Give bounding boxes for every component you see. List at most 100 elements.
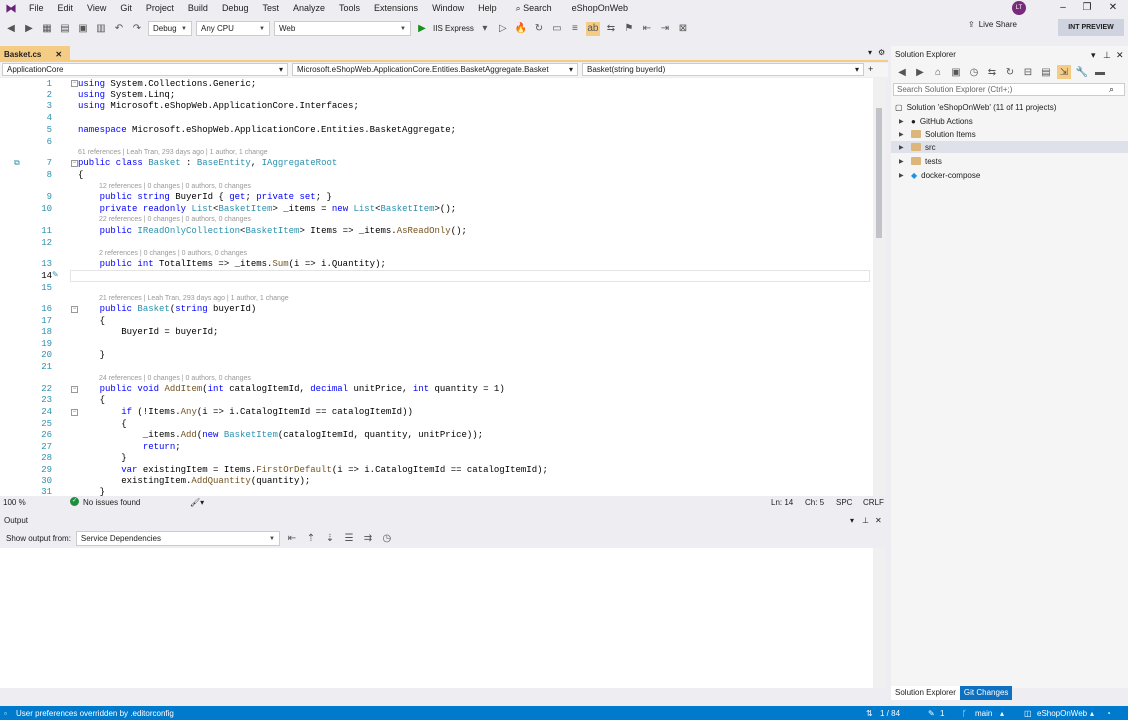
prev-bookmark-icon[interactable]: ⇤ [640,22,654,36]
collapse-icon[interactable]: − [71,386,78,393]
timestamp-icon[interactable]: ◷ [380,532,394,546]
prev-message-icon[interactable]: ⇡ [304,532,318,546]
close-tab-icon[interactable]: ✕ [55,50,62,59]
format-icon[interactable]: ⇆ [604,22,618,36]
close-pane-icon[interactable]: ✕ [875,514,882,528]
split-editor-icon[interactable]: + [868,63,873,77]
forward-icon[interactable]: ▶ [913,65,927,79]
open-icon[interactable]: ▤ [58,22,72,36]
back-icon[interactable]: ◀ [4,22,18,36]
menu-extensions[interactable]: Extensions [367,0,425,16]
output-text-area[interactable] [0,548,873,688]
menu-build[interactable]: Build [181,0,215,16]
tree-item-solution-items[interactable]: ▶ Solution Items [899,128,976,140]
notifications-bell-icon[interactable]: ◔ [1106,709,1111,718]
menu-test[interactable]: Test [255,0,286,16]
expand-icon[interactable]: ▶ [899,118,907,125]
menu-debug[interactable]: Debug [215,0,256,16]
minimize-icon[interactable]: – [1052,0,1074,16]
menu-tools[interactable]: Tools [332,0,367,16]
type-nav-select[interactable]: Microsoft.eShopWeb.ApplicationCore.Entit… [292,63,578,76]
home-icon[interactable]: ⌂ [931,65,945,79]
menu-git[interactable]: Git [113,0,139,16]
tree-item-github-actions[interactable]: ▶ ● GitHub Actions [899,115,973,127]
collapse-icon[interactable]: − [71,409,78,416]
sync-icon[interactable]: ⇆ [985,65,999,79]
menu-file[interactable]: File [22,0,51,16]
configuration-select[interactable]: Debug ▼ [148,21,192,36]
menu-window[interactable]: Window [425,0,471,16]
startup-project-select[interactable]: Web ▼ [274,21,411,36]
new-project-icon[interactable]: ▦ [40,22,54,36]
codelens-buyerid[interactable]: 12 references | 0 changes | 0 authors, 0… [99,182,251,191]
next-message-icon[interactable]: ⇣ [323,532,337,546]
codelens-totalitems[interactable]: 2 references | 0 changes | 0 authors, 0 … [99,249,247,258]
int-preview-badge[interactable]: INT PREVIEW [1058,19,1124,36]
refresh-icon[interactable]: ↻ [532,22,546,36]
switch-views-icon[interactable]: ▣ [949,65,963,79]
show-all-files-icon[interactable]: ▤ [1039,65,1053,79]
tab-dropdown-icon[interactable]: ▾ [868,48,872,57]
collapse-all-icon[interactable]: ⊟ [1021,65,1035,79]
clear-all-icon[interactable]: ☰ [342,532,356,546]
search-menu[interactable]: ⌕ Search [510,0,558,16]
expand-icon[interactable]: ▶ [899,172,907,179]
expand-icon[interactable]: ▶ [899,144,907,151]
pending-changes-icon[interactable]: ⇲ [1057,65,1071,79]
save-all-icon[interactable]: ▥ [94,22,108,36]
expand-icon[interactable]: ▶ [899,131,907,138]
search-icon[interactable]: ⌕ [1109,84,1114,95]
menu-help[interactable]: Help [471,0,504,16]
menu-project[interactable]: Project [139,0,181,16]
forward-icon[interactable]: ▶ [22,22,36,36]
history-icon[interactable]: ◷ [967,65,981,79]
member-nav-select[interactable]: Basket(string buyerId) ▾ [582,63,864,76]
codelens-items[interactable]: 22 references | 0 changes | 0 authors, 0… [99,215,251,224]
issues-status[interactable]: No issues found [83,498,140,507]
browser-link-icon[interactable]: ▭ [550,22,564,36]
project-nav-select[interactable]: ApplicationCore ▾ [2,63,288,76]
output-source-select[interactable]: Service Dependencies ▼ [75,531,280,546]
pane-dropdown-icon[interactable]: ▾ [850,514,854,528]
editor-vertical-scrollbar[interactable] [873,78,886,496]
close-icon[interactable]: ✕ [1102,0,1124,16]
commit-position[interactable]: 1 / 84 [880,709,900,718]
pending-edits[interactable]: 1 [940,709,944,718]
tree-item-solution[interactable]: ▢ Solution 'eShopOnWeb' (11 of 11 projec… [895,101,1056,113]
pin-icon[interactable]: ⊥ [1103,50,1111,61]
settings-icon[interactable]: ⚙ [878,48,885,57]
start-without-debug-icon[interactable]: ▷ [496,22,510,36]
close-pane-icon[interactable]: ✕ [1116,50,1124,61]
cleanup-icon[interactable]: 🖌▾ [190,498,204,507]
repo-name[interactable]: eShopOnWeb [1037,709,1087,718]
tree-item-docker-compose[interactable]: ▶ ◆ docker-compose [899,169,980,181]
code-editor[interactable]: 1 using System.Collections.Generic; 2 us… [0,78,873,496]
properties-icon[interactable]: 🔧 [1075,65,1089,79]
pin-icon[interactable]: ⊥ [862,514,869,528]
run-label[interactable]: IIS Express [433,24,474,33]
codelens-ctor[interactable]: 21 references | Leah Tran, 293 days ago … [99,294,289,303]
refresh-icon[interactable]: ↻ [1003,65,1017,79]
column-indicator[interactable]: Ch: 5 [805,498,824,507]
tab-solution-explorer[interactable]: Solution Explorer [891,686,960,700]
quick-action-icon[interactable]: ✎ [52,270,59,279]
tab-git-changes[interactable]: Git Changes [959,686,1013,700]
solution-search-input[interactable]: Search Solution Explorer (Ctrl+;) [893,83,1125,96]
word-wrap-icon[interactable]: ⇉ [361,532,375,546]
save-icon[interactable]: ▣ [76,22,90,36]
bookmark-icon[interactable]: ⚑ [622,22,636,36]
comment-icon[interactable]: ≡ [568,22,582,36]
undo-icon[interactable]: ↶ [112,22,126,36]
line-ending-indicator[interactable]: CRLF [863,498,884,507]
class-diagram-icon[interactable]: ⧉ [14,158,20,168]
next-bookmark-icon[interactable]: ⇥ [658,22,672,36]
hot-reload-icon[interactable]: 🔥 [514,22,528,36]
pane-dropdown-icon[interactable]: ▾ [1091,50,1096,61]
back-icon[interactable]: ◀ [895,65,909,79]
tree-item-src[interactable]: ▶ src [891,141,1128,153]
live-share-button[interactable]: ⇪ Live Share [968,20,1017,29]
redo-icon[interactable]: ↷ [130,22,144,36]
menu-view[interactable]: View [80,0,113,16]
menu-edit[interactable]: Edit [51,0,81,16]
codelens-additem[interactable]: 24 references | 0 changes | 0 authors, 0… [99,374,251,383]
